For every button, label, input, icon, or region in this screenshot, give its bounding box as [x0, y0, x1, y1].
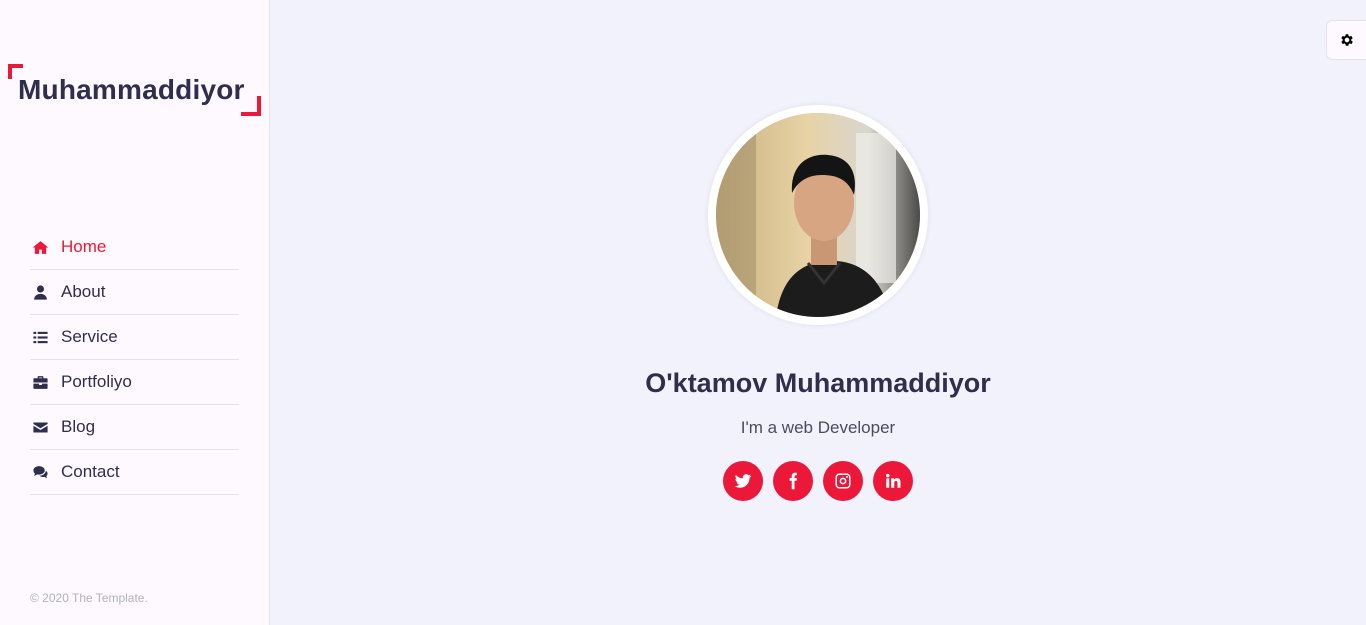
gear-icon: [1341, 34, 1353, 46]
nav-item-about[interactable]: About: [30, 270, 239, 315]
social-links: [723, 461, 913, 501]
nav-item-label: Contact: [61, 462, 120, 481]
list-icon: [30, 327, 50, 347]
envelope-icon: [30, 417, 50, 437]
logo[interactable]: Muhammaddiyor: [8, 64, 261, 116]
user-icon: [30, 282, 50, 302]
nav-item-label: Service: [61, 327, 118, 346]
instagram-link[interactable]: [823, 461, 863, 501]
nav-item-service[interactable]: Service: [30, 315, 239, 360]
nav-item-label: About: [61, 282, 106, 301]
profile-name: O'ktamov Muhammaddiyor: [645, 368, 991, 398]
twitter-link[interactable]: [723, 461, 763, 501]
nav-item-blog[interactable]: Blog: [30, 405, 239, 450]
profile-photo: [716, 113, 920, 317]
linkedin-icon: [886, 473, 901, 488]
nav-item-contact[interactable]: Contact: [30, 450, 239, 495]
instagram-icon: [835, 473, 851, 489]
main-nav: Home About Service Portfoliyo Blog Conta…: [30, 225, 239, 495]
comments-icon: [30, 462, 50, 482]
facebook-link[interactable]: [773, 461, 813, 501]
nav-item-label: Blog: [61, 417, 96, 436]
briefcase-icon: [30, 372, 50, 392]
logo-text[interactable]: Muhammaddiyor: [18, 74, 245, 106]
facebook-icon: [789, 472, 797, 490]
home-icon: [30, 237, 50, 257]
sidebar: Muhammaddiyor Home About Service Portfol…: [0, 0, 270, 625]
copyright-text: © 2020 The Template.: [30, 591, 148, 605]
profile-role: I'm a web Developer: [740, 418, 896, 437]
nav-item-portfoliyo[interactable]: Portfoliyo: [30, 360, 239, 405]
nav-item-home[interactable]: Home: [30, 225, 239, 270]
profile-photo-frame: [708, 105, 928, 325]
twitter-icon: [734, 474, 752, 488]
logo-corner-bottom-right: [241, 96, 261, 116]
linkedin-link[interactable]: [873, 461, 913, 501]
style-switcher-button[interactable]: [1326, 20, 1366, 60]
nav-item-label: Home: [61, 237, 107, 256]
nav-item-label: Portfoliyo: [61, 372, 132, 391]
